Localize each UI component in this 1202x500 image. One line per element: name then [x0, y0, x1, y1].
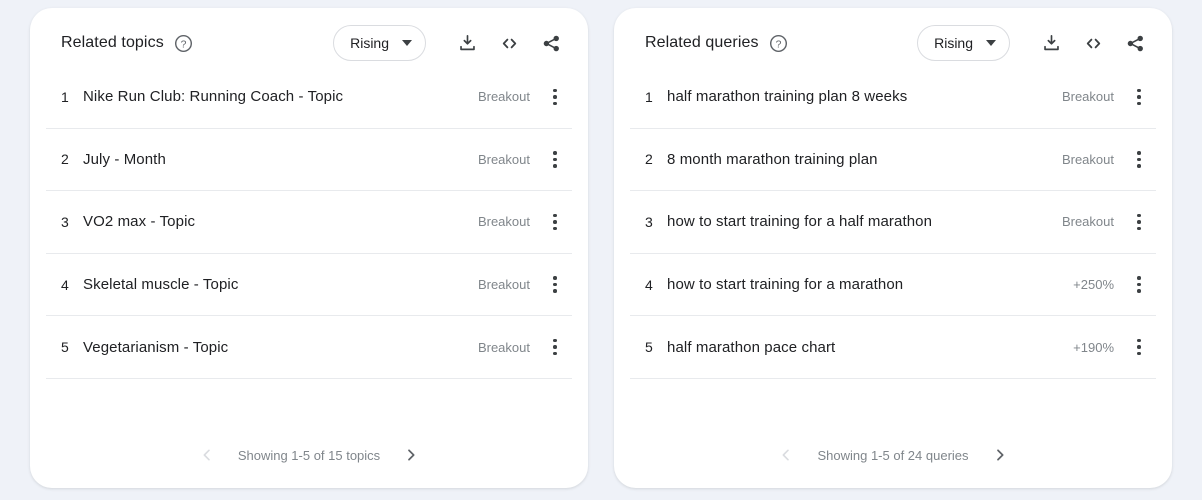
embed-code-icon[interactable] — [1078, 28, 1108, 58]
pagination-status: Showing 1-5 of 15 topics — [237, 447, 381, 463]
more-vert-icon[interactable] — [1128, 82, 1150, 112]
row-rank: 1 — [61, 88, 69, 105]
more-vert-icon[interactable] — [544, 332, 566, 362]
row-label: VO2 max - Topic — [83, 213, 196, 231]
table-row[interactable]: 1 Nike Run Club: Running Coach - Topic B… — [46, 66, 572, 129]
row-rank: 2 — [645, 151, 653, 168]
more-vert-icon[interactable] — [544, 207, 566, 237]
card-header: Related topics ? Rising — [30, 8, 588, 66]
table-row[interactable]: 4 how to start training for a marathon +… — [630, 254, 1156, 317]
share-icon[interactable] — [1120, 28, 1150, 58]
row-label: Vegetarianism - Topic — [83, 338, 229, 356]
row-value: Breakout — [1061, 151, 1114, 167]
row-label: how to start training for a marathon — [667, 276, 904, 294]
pagination: Showing 1-5 of 15 topics — [30, 422, 588, 488]
sort-select-label: Rising — [934, 35, 973, 51]
related-queries-list: 1 half marathon training plan 8 weeks Br… — [614, 66, 1172, 422]
row-value: +250% — [1073, 277, 1114, 293]
table-row[interactable]: 2 July - Month Breakout — [46, 129, 572, 192]
share-icon[interactable] — [536, 28, 566, 58]
row-value: Breakout — [1061, 214, 1114, 230]
row-rank: 4 — [645, 276, 653, 293]
download-icon[interactable] — [1036, 28, 1066, 58]
related-topics-card: Related topics ? Rising 1 Nike Run Club:… — [30, 8, 588, 488]
row-value: Breakout — [477, 214, 530, 230]
more-vert-icon[interactable] — [544, 270, 566, 300]
pagination: Showing 1-5 of 24 queries — [614, 422, 1172, 488]
row-label: half marathon pace chart — [667, 338, 836, 356]
card-header: Related queries ? Rising — [614, 8, 1172, 66]
row-value: Breakout — [1061, 89, 1114, 105]
sort-select-rising[interactable]: Rising — [333, 25, 426, 61]
related-topics-list: 1 Nike Run Club: Running Coach - Topic B… — [30, 66, 588, 422]
row-rank: 5 — [645, 339, 653, 356]
row-value: +190% — [1073, 339, 1114, 355]
row-label: how to start training for a half maratho… — [667, 213, 933, 231]
embed-code-icon[interactable] — [494, 28, 524, 58]
table-row[interactable]: 3 how to start training for a half marat… — [630, 191, 1156, 254]
chevron-left-icon[interactable] — [194, 442, 220, 468]
page-title: Related queries — [645, 34, 759, 51]
more-vert-icon[interactable] — [1128, 270, 1150, 300]
row-value: Breakout — [477, 151, 530, 167]
table-row[interactable]: 5 half marathon pace chart +190% — [630, 316, 1156, 379]
row-rank: 4 — [61, 276, 69, 293]
row-rank: 3 — [61, 213, 69, 230]
sort-select-label: Rising — [350, 35, 389, 51]
table-row[interactable]: 1 half marathon training plan 8 weeks Br… — [630, 66, 1156, 129]
row-rank: 5 — [61, 339, 69, 356]
help-circle-icon[interactable]: ? — [769, 34, 788, 53]
chevron-down-icon — [986, 40, 996, 46]
chevron-right-icon[interactable] — [398, 442, 424, 468]
table-row[interactable]: 5 Vegetarianism - Topic Breakout — [46, 316, 572, 379]
svg-text:?: ? — [180, 39, 186, 50]
row-label: half marathon training plan 8 weeks — [667, 88, 908, 106]
row-rank: 1 — [645, 88, 653, 105]
table-row[interactable]: 3 VO2 max - Topic Breakout — [46, 191, 572, 254]
svg-text:?: ? — [775, 39, 781, 50]
row-label: Nike Run Club: Running Coach - Topic — [83, 88, 344, 106]
more-vert-icon[interactable] — [544, 144, 566, 174]
row-label: 8 month marathon training plan — [667, 150, 878, 168]
chevron-right-icon[interactable] — [987, 442, 1013, 468]
row-value: Breakout — [477, 89, 530, 105]
more-vert-icon[interactable] — [1128, 207, 1150, 237]
more-vert-icon[interactable] — [1128, 144, 1150, 174]
row-rank: 3 — [645, 213, 653, 230]
row-label: Skeletal muscle - Topic — [83, 276, 239, 294]
help-circle-icon[interactable]: ? — [174, 34, 193, 53]
table-row[interactable]: 2 8 month marathon training plan Breakou… — [630, 129, 1156, 192]
row-value: Breakout — [477, 277, 530, 293]
row-value: Breakout — [477, 339, 530, 355]
table-row[interactable]: 4 Skeletal muscle - Topic Breakout — [46, 254, 572, 317]
pagination-status: Showing 1-5 of 24 queries — [817, 447, 969, 463]
related-queries-card: Related queries ? Rising 1 half marathon… — [614, 8, 1172, 488]
more-vert-icon[interactable] — [1128, 332, 1150, 362]
more-vert-icon[interactable] — [544, 82, 566, 112]
download-icon[interactable] — [452, 28, 482, 58]
page-title: Related topics — [61, 34, 164, 51]
chevron-down-icon — [402, 40, 412, 46]
trends-panels: Related topics ? Rising 1 Nike Run Club:… — [0, 0, 1202, 500]
row-label: July - Month — [83, 150, 166, 168]
sort-select-rising[interactable]: Rising — [917, 25, 1010, 61]
chevron-left-icon[interactable] — [773, 442, 799, 468]
row-rank: 2 — [61, 151, 69, 168]
